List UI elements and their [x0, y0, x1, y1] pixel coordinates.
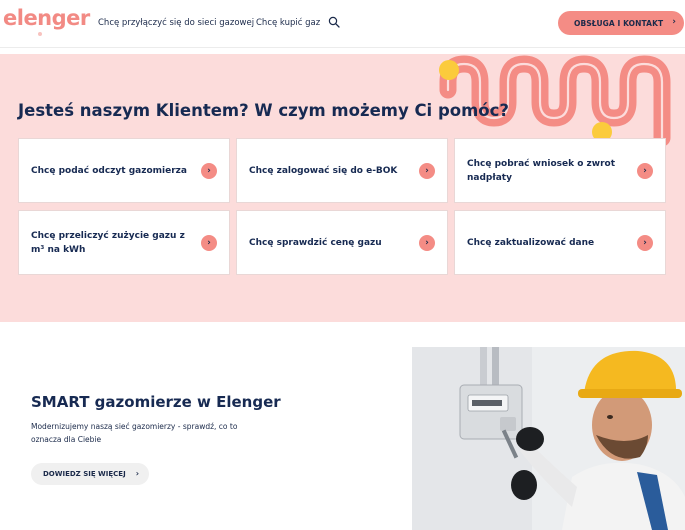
help-card-label: Chcę przeliczyć zużycie gazu z m³ na kWh	[31, 230, 185, 255]
help-card-check-price[interactable]: Chcę sprawdzić cenę gazu ›	[236, 210, 448, 275]
cta-label: OBSŁUGA I KONTAKT	[574, 18, 664, 28]
arrow-right-icon: ›	[637, 234, 653, 251]
technician-photo	[412, 347, 685, 530]
help-card-meter-reading[interactable]: Chcę podać odczyt gazomierza ›	[18, 138, 230, 203]
help-card-overpayment-refund[interactable]: Chcę pobrać wniosek o zwrot nadpłaty ›	[454, 138, 666, 203]
smart-section-title: SMART gazomierze w Elenger	[31, 393, 281, 411]
arrow-right-icon: ›	[419, 162, 435, 179]
search-icon[interactable]	[328, 16, 340, 28]
help-card-label: Chcę zalogować się do e-BOK	[249, 165, 398, 176]
site-header: elenger Chcę przyłączyć się do sieci gaz…	[0, 0, 685, 48]
service-and-contact-button[interactable]: OBSŁUGA I KONTAKT ›	[558, 11, 684, 35]
help-card-ebok-login[interactable]: Chcę zalogować się do e-BOK ›	[236, 138, 448, 203]
chevron-right-icon: ›	[672, 17, 676, 27]
nav-buy-gas[interactable]: Chcę kupić gaz	[256, 18, 320, 28]
arrow-right-icon: ›	[419, 234, 435, 251]
learn-more-button[interactable]: DOWIEDZ SIĘ WIĘCEJ ›	[31, 463, 149, 485]
nav-connect-to-gas-network[interactable]: Chcę przyłączyć się do sieci gazowej	[98, 18, 254, 28]
help-card-update-data[interactable]: Chcę zaktualizować dane ›	[454, 210, 666, 275]
technician-illustration	[412, 347, 685, 530]
help-card-label: Chcę podać odczyt gazomierza	[31, 165, 187, 176]
logo-accent-dot	[38, 32, 42, 36]
help-card-label: Chcę sprawdzić cenę gazu	[249, 237, 382, 248]
arrow-right-icon: ›	[201, 162, 217, 179]
chevron-right-icon: ›	[135, 469, 139, 478]
arrow-right-icon: ›	[637, 162, 653, 179]
smart-meters-section: SMART gazomierze w Elenger Modernizujemy…	[0, 346, 685, 530]
learn-more-label: DOWIEDZ SIĘ WIĘCEJ	[43, 470, 126, 478]
arrow-right-icon: ›	[201, 234, 217, 251]
help-card-label: Chcę pobrać wniosek o zwrot nadpłaty	[467, 158, 615, 183]
help-card-convert-usage[interactable]: Chcę przeliczyć zużycie gazu z m³ na kWh…	[18, 210, 230, 275]
help-card-label: Chcę zaktualizować dane	[467, 237, 595, 248]
help-section-title: Jesteś naszym Klientem? W czym możemy Ci…	[18, 101, 509, 120]
smart-section-description: Modernizujemy naszą sieć gazomierzy - sp…	[31, 422, 238, 444]
elenger-logo[interactable]: elenger	[3, 6, 90, 30]
customer-help-section: Jesteś naszym Klientem? W czym możemy Ci…	[0, 54, 685, 322]
